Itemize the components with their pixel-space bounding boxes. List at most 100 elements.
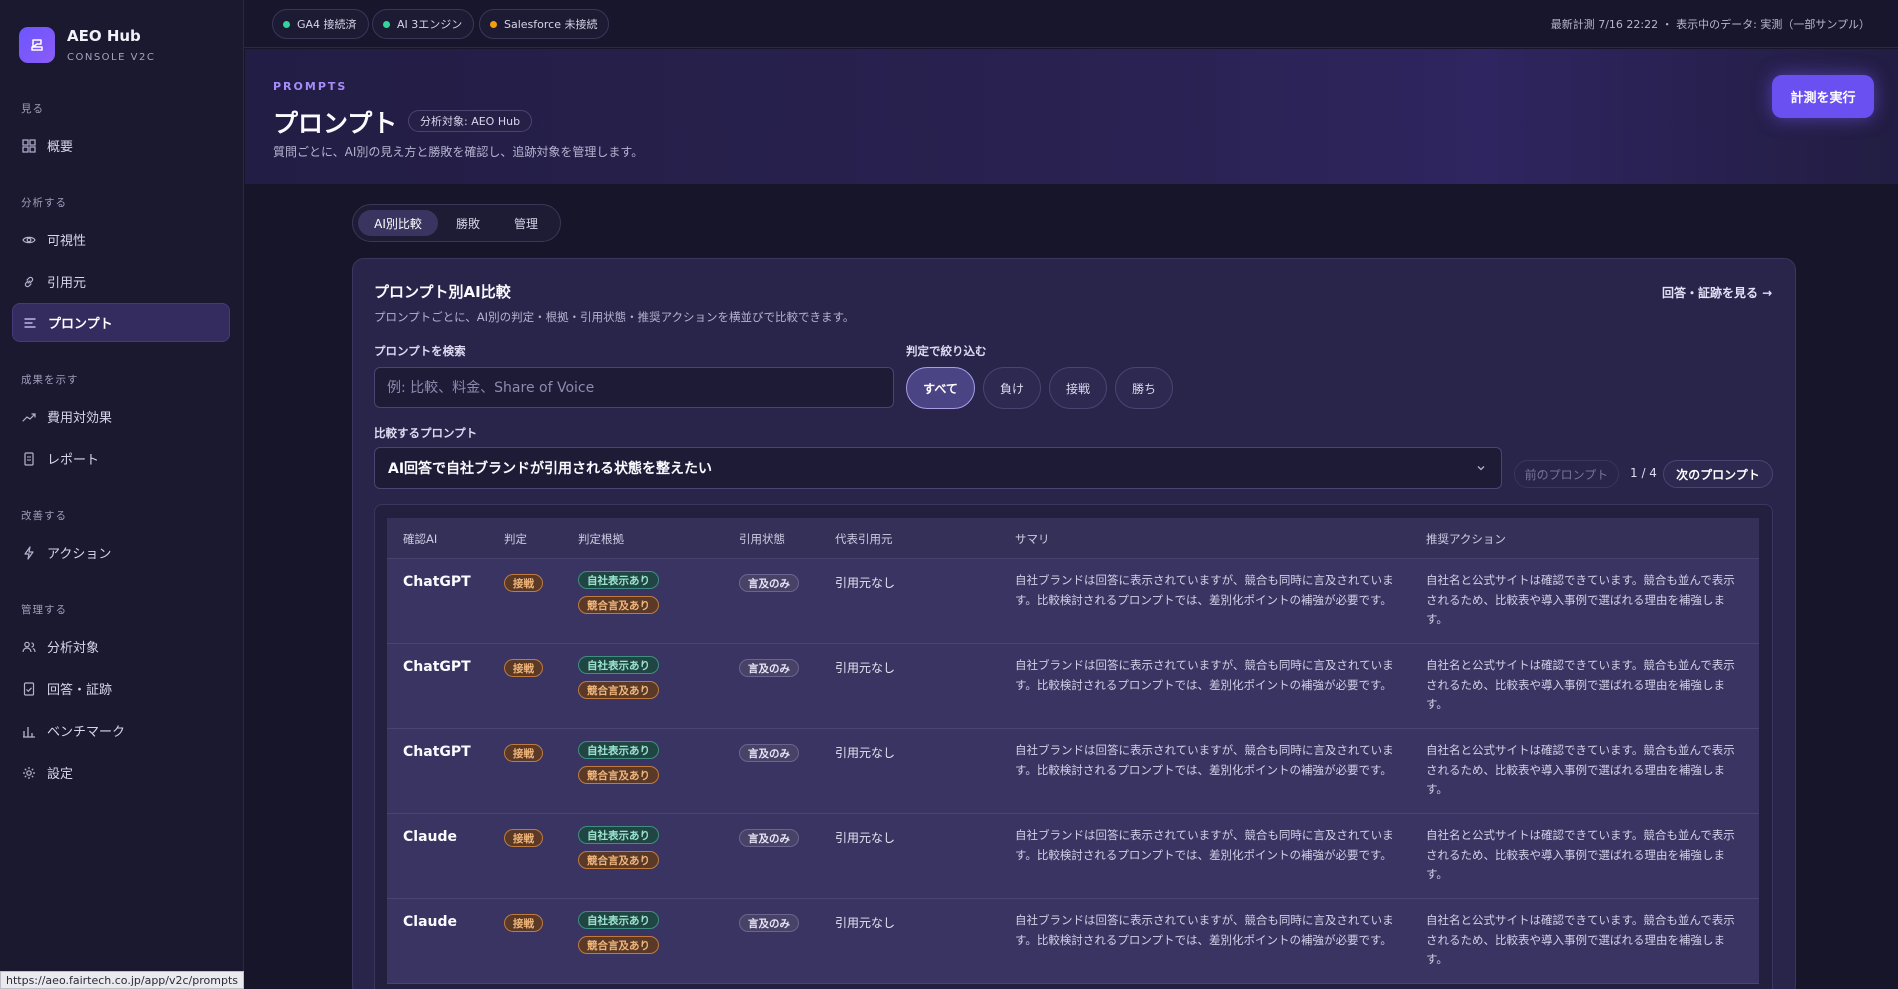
brand-name: AEO Hub: [67, 27, 141, 45]
row-summary: 自社ブランドは回答に表示されていますが、競合も同時に言及されています。比較検討さ…: [1015, 658, 1394, 692]
status-url: https://aeo.fairtech.co.jp/app/v2c/promp…: [0, 971, 244, 989]
tab-manage[interactable]: 管理: [498, 210, 554, 236]
tab-ai-comparison[interactable]: AI別比較: [358, 210, 438, 236]
status-dot-icon: [490, 20, 497, 28]
table-row[interactable]: ChatGPT 接戦 自社表示あり 競合言及あり 言及のみ 引用元なし 自社ブラ…: [387, 559, 1759, 644]
eye-icon: [22, 236, 36, 243]
recommended-action: 自社名と公式サイトは確認できています。競合も並んで表示されるため、比較表や導入事…: [1426, 828, 1735, 881]
sidebar-item-label: アクション: [47, 547, 112, 562]
recommended-action: 自社名と公式サイトは確認できています。競合も並んで表示されるため、比較表や導入事…: [1426, 658, 1735, 711]
chip-label: GA4 接続済: [297, 18, 357, 31]
sidebar-item-label: 設定: [47, 767, 74, 782]
prompt-select[interactable]: AI回答で自社ブランドが引用される状態を整えたい: [374, 447, 1502, 489]
citation-source: 引用元なし: [835, 576, 896, 590]
sidebar-item-label: 可視性: [47, 234, 87, 249]
select-label: 比較するプロンプト: [374, 426, 478, 440]
citation-source: 引用元なし: [835, 831, 896, 845]
sidebar-item-targets[interactable]: 分析対象: [12, 627, 230, 666]
row-summary: 自社ブランドは回答に表示されていますが、競合も同時に言及されています。比較検討さ…: [1015, 743, 1394, 777]
reason-badge: 競合言及あり: [578, 936, 659, 954]
nav-group-label-manage: 管理する: [21, 604, 67, 616]
reason-badge: 競合言及あり: [578, 681, 659, 699]
reason-badge: 自社表示あり: [578, 741, 659, 759]
recommended-action: 自社名と公式サイトは確認できています。競合も並んで表示されるため、比較表や導入事…: [1426, 573, 1735, 626]
nav-group-label-analyze: 分析する: [21, 197, 67, 209]
verdict-badge: 接戦: [504, 829, 543, 847]
table-row[interactable]: Claude 接戦 自社表示あり 競合言及あり 言及のみ 引用元なし 自社ブラン…: [387, 899, 1759, 984]
page-eyebrow: PROMPTS: [273, 80, 348, 93]
filter-label: 判定で絞り込む: [906, 344, 987, 358]
reason-badge: 競合言及あり: [578, 596, 659, 614]
sidebar-item-label: 回答・証跡: [47, 683, 113, 698]
table-row[interactable]: ChatGPT 接戦 自社表示あり 競合言及あり 言及のみ 引用元なし 自社ブラ…: [387, 644, 1759, 729]
citation-source: 引用元なし: [835, 661, 896, 675]
selected-prompt: AI回答で自社ブランドが引用される状態を整えたい: [388, 461, 713, 477]
sidebar-item-label: 引用元: [47, 276, 87, 291]
reason-badge: 競合言及あり: [578, 766, 659, 784]
filter-close[interactable]: 接戦: [1049, 367, 1107, 409]
status-chip-ai-engines[interactable]: AI 3エンジン: [372, 9, 475, 39]
reason-badge: 自社表示あり: [578, 826, 659, 844]
nav-group-label-improve: 改善する: [21, 510, 67, 522]
status-chip-ga4[interactable]: GA4 接続済: [272, 9, 369, 39]
measurement-status: 最新計測 7/16 22:22 ・ 表示中のデータ: 実測（一部サンプル）: [1550, 18, 1870, 31]
prompt-pager: 1 / 4: [1630, 466, 1657, 480]
card-description: プロンプトごとに、AI別の判定・根拠・引用状態・推奨アクションを横並びで比較でき…: [374, 310, 855, 324]
bolt-icon: [24, 545, 34, 560]
sidebar-item-citations[interactable]: 引用元: [12, 262, 230, 301]
sidebar-item-settings[interactable]: 設定: [12, 753, 230, 792]
table-row[interactable]: ChatGPT 接戦 自社表示あり 競合言及あり 言及のみ 引用元なし 自社ブラ…: [387, 729, 1759, 814]
users-icon: [22, 641, 36, 652]
view-evidence-link[interactable]: 回答・証跡を見る →: [1662, 284, 1772, 301]
run-measurement-button[interactable]: 計測を実行: [1772, 75, 1874, 118]
link-icon: [24, 276, 34, 287]
sidebar-item-benchmark[interactable]: ベンチマーク: [12, 711, 230, 750]
reason-badge: 自社表示あり: [578, 571, 659, 589]
sidebar-item-reports[interactable]: レポート: [12, 439, 230, 478]
chevron-down-icon: [1477, 466, 1485, 471]
status-chip-salesforce[interactable]: Salesforce 未接続: [479, 9, 610, 39]
brand[interactable]: AEO Hub CONSOLE V2C: [19, 26, 155, 63]
table-header: 確認AI 判定 判定根拠 引用状態 代表引用元 サマリ 推奨アクション: [387, 518, 1759, 559]
row-summary: 自社ブランドは回答に表示されていますが、競合も同時に言及されています。比較検討さ…: [1015, 573, 1394, 607]
verdict-badge: 接戦: [504, 744, 543, 762]
prompt-search-input[interactable]: [374, 367, 894, 408]
sidebar-item-actions[interactable]: アクション: [12, 533, 230, 572]
column-header: 確認AI: [403, 532, 438, 546]
column-header: 判定根拠: [578, 532, 624, 546]
nav-group-label-results: 成果を示す: [21, 374, 79, 386]
filter-lose[interactable]: 負け: [983, 367, 1041, 409]
row-summary: 自社ブランドは回答に表示されていますが、競合も同時に言及されています。比較検討さ…: [1015, 828, 1394, 862]
sidebar-item-label: 分析対象: [47, 641, 100, 656]
reason-badge: 自社表示あり: [578, 656, 659, 674]
filter-win[interactable]: 勝ち: [1115, 367, 1173, 409]
sidebar-item-label: ベンチマーク: [47, 725, 126, 740]
sidebar-item-visibility[interactable]: 可視性: [12, 220, 230, 259]
table-row[interactable]: Claude 接戦 自社表示あり 競合言及あり 言及のみ 引用元なし 自社ブラン…: [387, 814, 1759, 899]
list-icon: [24, 317, 36, 328]
citation-status-badge: 言及のみ: [739, 829, 799, 847]
sidebar-item-roi[interactable]: 費用対効果: [12, 397, 230, 436]
prev-prompt-button[interactable]: 前のプロンプト: [1514, 460, 1619, 488]
sidebar-item-prompts[interactable]: プロンプト: [12, 303, 230, 342]
column-header: 判定: [504, 532, 527, 546]
gear-icon: [23, 766, 35, 779]
citation-status-badge: 言及のみ: [739, 744, 799, 762]
citation-source: 引用元なし: [835, 916, 896, 930]
sidebar-item-label: レポート: [47, 453, 100, 468]
grid-icon: [22, 138, 36, 153]
file-check-icon: [23, 681, 35, 696]
filter-all[interactable]: すべて: [906, 367, 975, 409]
column-header: 代表引用元: [835, 532, 893, 546]
sidebar-item-overview[interactable]: 概要: [12, 126, 230, 165]
tab-win-loss[interactable]: 勝敗: [440, 210, 496, 236]
sidebar-item-label: 概要: [47, 140, 74, 155]
ai-engine-name: Claude: [403, 829, 458, 845]
sidebar: AEO Hub CONSOLE V2C 見る 概要 分析する 可視性 引用元 プ…: [0, 0, 244, 989]
column-header: サマリ: [1015, 532, 1050, 546]
document-icon: [24, 451, 34, 466]
sidebar-item-label: プロンプト: [48, 317, 113, 332]
logo-icon: [19, 26, 55, 63]
sidebar-item-answers-evidence[interactable]: 回答・証跡: [12, 669, 230, 708]
next-prompt-button[interactable]: 次のプロンプト: [1663, 460, 1773, 488]
